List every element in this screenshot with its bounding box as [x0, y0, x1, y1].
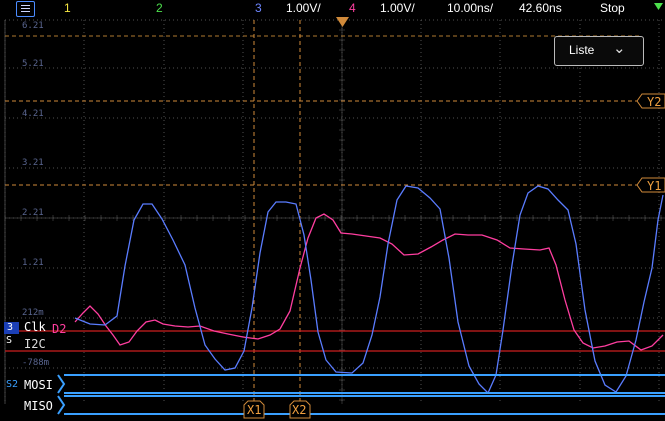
- channel-3-label[interactable]: 3: [255, 1, 262, 15]
- chevron-down-icon: ⌄: [613, 40, 626, 57]
- run-state[interactable]: Stop: [600, 1, 625, 15]
- channel-3-trace: [74, 185, 664, 395]
- list-dropdown-label: Liste: [569, 43, 595, 57]
- s-marker-label: S: [6, 335, 13, 346]
- y-scale-label: 1.21: [22, 258, 44, 268]
- i2c-label: I2C: [24, 337, 46, 351]
- channel-4-trace: [74, 213, 664, 351]
- channel-4-scale[interactable]: 1.00V/: [380, 1, 415, 15]
- cursor-y1-label[interactable]: Y1: [647, 179, 661, 193]
- trigger-icon: [654, 3, 663, 10]
- list-dropdown[interactable]: Liste ⌄: [554, 36, 644, 66]
- waveform-display[interactable]: 6.21 5.21 4.21 3.21 2.21 1.21 212m -788m…: [0, 17, 665, 421]
- clk-label: Clk: [24, 320, 46, 334]
- y-scale-label: -788m: [22, 358, 50, 368]
- graticule: [4, 19, 665, 404]
- timebase-value[interactable]: 10.00ns/: [447, 1, 493, 15]
- y-scale-label: 4.21: [22, 109, 44, 119]
- y-scale-label: 212m: [22, 308, 44, 318]
- cursor-y2-label[interactable]: Y2: [647, 95, 661, 109]
- channel-4-label[interactable]: 4: [349, 1, 356, 15]
- cursor-x2-label[interactable]: X2: [292, 403, 306, 417]
- channel-3-marker-label: 3: [7, 322, 14, 333]
- y-scale-label: 3.21: [22, 158, 44, 168]
- menu-button[interactable]: [16, 1, 35, 17]
- trigger-position-icon: [336, 17, 349, 27]
- channel-2-label[interactable]: 2: [156, 1, 163, 15]
- status-bar: 1 2 3 1.00V/ 4 1.00V/ 10.00ns/ 42.60ns S…: [0, 0, 665, 17]
- channel-3-scale[interactable]: 1.00V/: [286, 1, 321, 15]
- channel-1-label[interactable]: 1: [64, 1, 71, 15]
- mosi-bus: [57, 374, 665, 394]
- y-scale-label: 6.21: [22, 21, 44, 31]
- y-scale-label: 2.21: [22, 208, 44, 218]
- cursor-x1-label[interactable]: X1: [247, 403, 261, 417]
- y-scale-label: 5.21: [22, 59, 44, 69]
- miso-label: MISO: [24, 399, 53, 413]
- mosi-label: MOSI: [24, 378, 53, 392]
- delay-value[interactable]: 42.60ns: [519, 1, 562, 15]
- miso-bus: [57, 395, 665, 415]
- s2-label: S2: [6, 379, 19, 390]
- d2-label: D2: [52, 322, 67, 336]
